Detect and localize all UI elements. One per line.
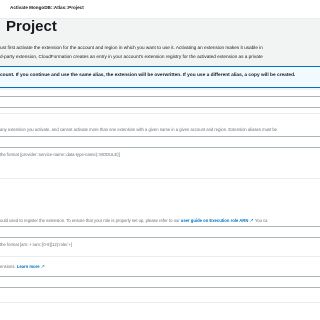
breadcrumb-current: Activate MongoDB::Atlas::Project [10,5,84,10]
section-divider [0,178,320,179]
external-link-icon: ↗ [40,264,45,270]
page-title: Project [6,18,57,35]
configuration-input[interactable] [0,276,320,288]
public-extension-name-field[interactable] [0,96,320,108]
section-divider [0,302,320,303]
intro-line-1: ust first activate the extension for the… [0,45,263,50]
info-alert: count. If you continue and use the same … [0,66,320,88]
learn-more-text: ensions. Learn more ↗ [0,264,45,270]
alias-input[interactable] [0,136,320,148]
alert-text: count. If you continue and use the same … [0,73,296,78]
role-format-hint: the format [arn:.+:iam::[0-9]{12}:role/.… [0,242,73,247]
alias-format-hint: the format {provider::service-name::data… [0,152,120,157]
execution-role-guide-link[interactable]: user guide on Execution role ARN [181,218,249,223]
learn-more-link[interactable]: Learn more [17,264,40,269]
role-description: ould used to register the extension. To … [0,218,268,224]
alias-description: any extension you activate, and cannot a… [0,127,278,132]
activation-form: any extension you activate, and cannot a… [0,90,320,320]
intro-line-2: d-party extension, CloudFormation create… [0,54,263,59]
breadcrumb: Activate MongoDB::Atlas::Project [10,5,84,10]
section-divider [0,256,320,257]
top-bar: Activate MongoDB::Atlas::Project [0,0,320,19]
section-divider [0,113,320,114]
external-link-icon: ↗ [249,218,254,224]
page-intro: ust first activate the extension for the… [0,43,320,61]
execution-role-arn-input[interactable] [0,226,320,238]
